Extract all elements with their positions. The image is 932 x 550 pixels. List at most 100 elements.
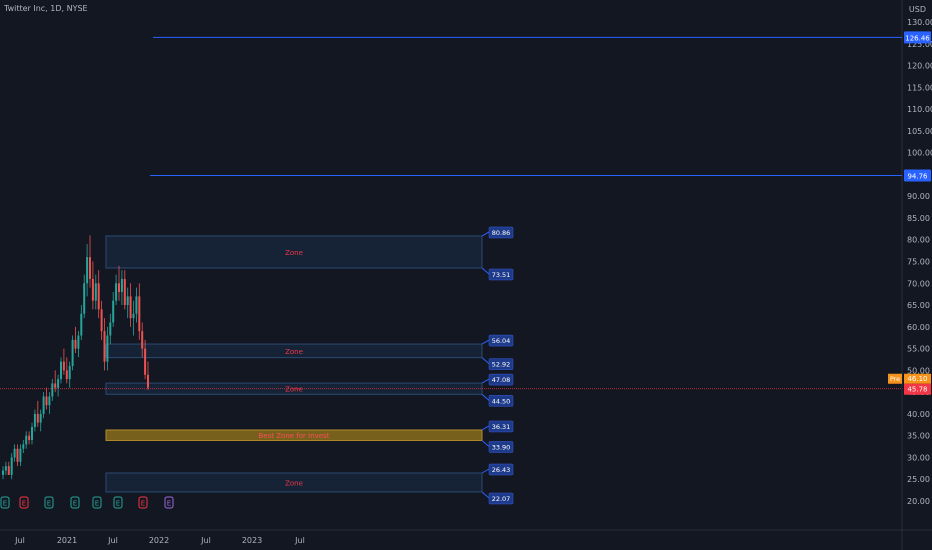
candle-body — [94, 283, 97, 301]
pre-tag-label: Pre — [890, 375, 900, 383]
candle-body — [144, 348, 147, 375]
y-tick-label: 75.00 — [907, 258, 930, 267]
zone-price-label: 36.31 — [492, 423, 511, 431]
candle-body — [103, 331, 106, 362]
y-tick-label: 70.00 — [907, 279, 930, 288]
candle-body — [57, 379, 60, 388]
candle-body — [135, 296, 138, 314]
callout-leader — [481, 267, 490, 275]
candle-body — [42, 396, 45, 414]
candle-body — [91, 278, 94, 301]
candle-body — [115, 283, 118, 301]
candle-body — [106, 335, 109, 362]
candle-body — [31, 426, 33, 441]
y-tick-label: 115.00 — [907, 83, 932, 92]
candle-body — [36, 413, 39, 423]
earnings-marker-label: E — [167, 500, 171, 508]
level-price-label: 94.76 — [907, 172, 928, 180]
best-zone-label: Best Zone for Invest — [259, 432, 330, 440]
candle-body — [138, 296, 141, 332]
candle-body — [60, 361, 62, 380]
x-tick-label: Jul — [294, 536, 305, 545]
callout-leader — [481, 393, 490, 401]
candle-body — [65, 370, 68, 380]
y-tick-label: 40.00 — [907, 410, 930, 419]
candle-body — [123, 278, 126, 306]
candle-body — [19, 448, 22, 462]
candle-body — [77, 335, 80, 349]
x-tick-label: Jul — [14, 536, 25, 545]
level-price-label: 126.46 — [905, 34, 930, 42]
zone-label: Zone — [285, 249, 303, 257]
callout-leader — [481, 425, 490, 431]
candle-body — [86, 257, 89, 284]
candle-body — [147, 374, 149, 388]
candle-body — [141, 331, 144, 349]
candle-body — [118, 283, 120, 292]
candle-body — [25, 435, 28, 445]
zone-price-label: 73.51 — [492, 271, 511, 279]
y-tick-label: 35.00 — [907, 432, 930, 441]
zone-price-label: 44.50 — [492, 397, 511, 405]
zone-price-label: 33.90 — [492, 443, 511, 451]
candle-body — [112, 300, 115, 323]
y-tick-label: 60.00 — [907, 323, 930, 332]
y-tick-label: 20.00 — [907, 497, 930, 506]
y-tick-label: 110.00 — [907, 105, 932, 114]
candle-body — [51, 383, 54, 397]
zone-price-label: 56.04 — [492, 337, 511, 345]
zone-price-label: 80.86 — [492, 229, 511, 237]
candle-body — [109, 322, 112, 336]
price-chart[interactable]: 130.00125.00120.00115.00110.00105.00100.… — [0, 0, 932, 550]
callout-leader — [481, 339, 490, 345]
candle-body — [48, 396, 51, 406]
candle-body — [71, 339, 74, 367]
y-tick-label: 25.00 — [907, 475, 930, 484]
y-tick-label: 90.00 — [907, 192, 930, 201]
zone-price-label: 26.43 — [492, 466, 511, 474]
candle-body — [80, 313, 83, 336]
zone-label: Zone — [285, 386, 303, 394]
candle-body — [22, 444, 25, 449]
candle-body — [68, 366, 71, 380]
candle-body — [2, 470, 4, 475]
candle-body — [7, 466, 10, 475]
callout-leader — [481, 378, 490, 384]
earnings-marker-label: E — [22, 500, 26, 508]
x-tick-label: Jul — [107, 536, 118, 545]
earnings-marker-label: E — [141, 500, 145, 508]
y-tick-label: 130.00 — [907, 18, 932, 27]
candle-body — [120, 278, 123, 292]
zone-price-label: 52.92 — [492, 361, 511, 369]
y-tick-label: 120.00 — [907, 62, 932, 71]
candle-body — [89, 257, 91, 279]
pre-price-label: 46.10 — [907, 375, 927, 383]
candle-body — [10, 457, 13, 475]
callout-leader — [481, 231, 490, 237]
candle-body — [45, 396, 48, 406]
candle-body — [74, 339, 77, 349]
x-tick-label: Jul — [200, 536, 211, 545]
y-tick-label: 105.00 — [907, 127, 932, 136]
candle-body — [54, 383, 57, 388]
earnings-marker-label: E — [3, 500, 7, 508]
candle-body — [126, 296, 129, 306]
zone-price-label: 47.08 — [492, 376, 511, 384]
candle-body — [16, 448, 19, 462]
callout-leader — [481, 468, 490, 474]
zone-label: Zone — [285, 348, 303, 356]
zone-price-label: 22.07 — [492, 495, 511, 503]
candle-body — [13, 448, 16, 458]
callout-leader — [481, 491, 490, 499]
y-tick-label: 65.00 — [907, 301, 930, 310]
y-tick-label: 80.00 — [907, 236, 930, 245]
y-tick-label: 85.00 — [907, 214, 930, 223]
candle-body — [62, 361, 65, 371]
callout-leader — [481, 357, 490, 365]
earnings-marker-label: E — [47, 500, 51, 508]
candle-body — [129, 296, 132, 319]
x-tick-label: 2021 — [57, 536, 77, 545]
zone-label: Zone — [285, 479, 303, 487]
last-price-label: 45.78 — [907, 386, 927, 394]
candle-body — [4, 466, 7, 471]
